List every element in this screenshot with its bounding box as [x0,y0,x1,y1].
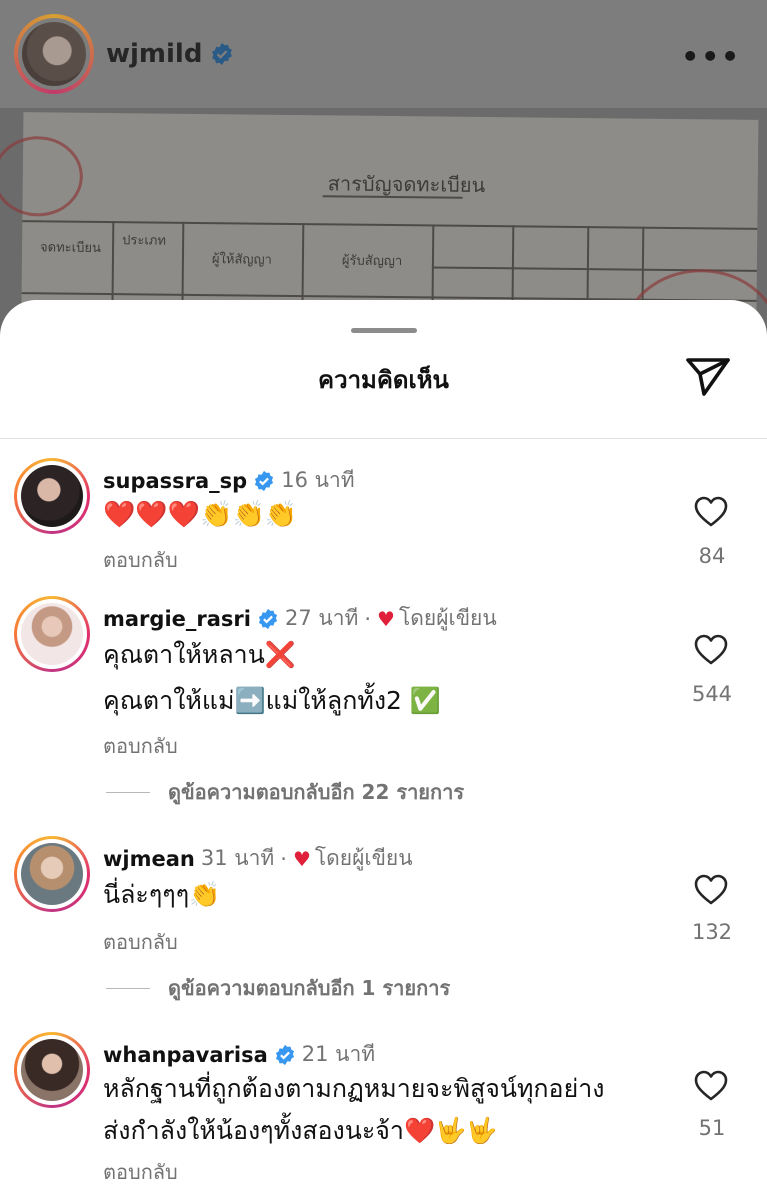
comment-text-line: คุณตาให้แม่➡️แม่ให้ลูกทั้ง2 ✅ [103,686,442,715]
avatar[interactable] [14,1032,90,1108]
view-replies-button[interactable]: ดูข้อความตอบกลับอีก 22 รายการ [106,776,464,808]
post-header: wjmild ••• [0,0,767,108]
comment-time: 27 นาที [284,606,359,630]
send-icon[interactable] [684,354,732,398]
like-count: 544 [691,682,733,706]
post-author-username[interactable]: wjmild [106,39,234,69]
comment-text: ❤️❤️❤️👏👏👏 [103,500,298,530]
post-author-avatar[interactable] [14,14,94,94]
liked-by-author-label: โดยผู้เขียน [398,606,497,630]
liked-by-author-label: โดยผู้เขียน [314,846,413,870]
verified-badge-icon [255,470,274,491]
comments-sheet: ความคิดเห็น supassra_sp 16 นาที ❤️❤️❤️👏👏… [0,300,767,1200]
view-replies-button[interactable]: ดูข้อความตอบกลับอีก 1 รายการ [106,972,450,1004]
comment-time: 31 นาที [200,846,275,870]
verified-badge-icon [212,43,233,65]
comment-text-line: หลักฐานที่ถูกต้องตามกฏหมายจะพิสูจน์ทุกอย… [103,1074,605,1103]
heart-outline-icon[interactable] [694,634,728,666]
document-stamp [0,135,84,217]
avatar[interactable] [14,458,90,534]
comment-text-line: คุณตาให้หลาน❌ [103,640,296,669]
like-count: 51 [698,1116,726,1140]
avatar[interactable] [14,596,90,672]
reply-button[interactable]: ตอบกลับ [103,730,178,762]
comment-username[interactable]: margie_rasri [103,607,251,631]
reply-button[interactable]: ตอบกลับ [103,544,178,576]
like-count: 84 [698,544,726,568]
author-liked-heart-icon: ♥ [377,606,395,631]
verified-badge-icon [275,1044,294,1065]
comment-text-line: ส่งกำลังให้น้องๆทั้งสองนะจ้า❤️🤟🤟 [103,1116,498,1145]
sheet-divider [0,438,767,439]
heart-outline-icon[interactable] [694,496,728,528]
heart-outline-icon[interactable] [694,874,728,906]
heart-outline-icon[interactable] [694,1070,728,1102]
comment-text: นี่ล่ะๆๆๆ👏 [103,880,221,909]
like-count: 132 [691,920,733,944]
comment-username[interactable]: whanpavarisa [103,1043,268,1067]
sheet-drag-handle[interactable] [351,328,417,333]
comment-time: 16 นาที [281,468,355,492]
verified-badge-icon [258,608,278,629]
sheet-title: ความคิดเห็น [318,366,449,394]
reply-button[interactable]: ตอบกลับ [103,1156,178,1188]
comment-time: 21 นาที [301,1042,376,1066]
comment-username[interactable]: wjmean [103,847,195,871]
author-liked-heart-icon: ♥ [292,846,311,871]
reply-button[interactable]: ตอบกลับ [103,926,178,958]
more-options-icon[interactable]: ••• [681,40,741,73]
avatar[interactable] [14,836,90,912]
comment-username[interactable]: supassra_sp [103,469,247,493]
